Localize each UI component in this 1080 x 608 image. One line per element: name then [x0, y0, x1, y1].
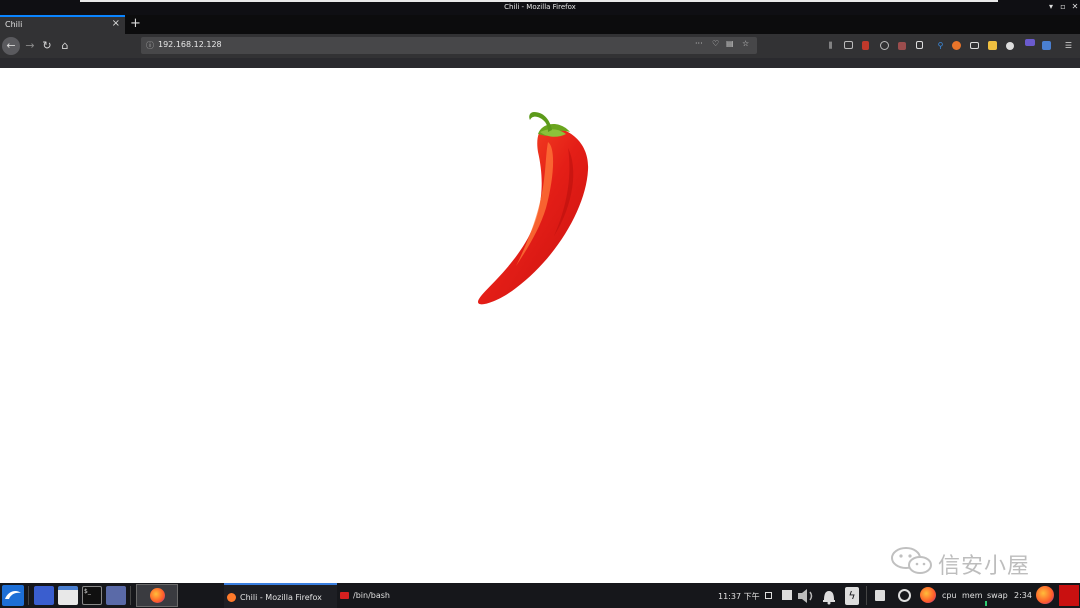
- clock-date[interactable]: 11:37 下午: [718, 591, 760, 602]
- wechat-logo-icon: [891, 547, 932, 574]
- new-tab-button[interactable]: +: [130, 16, 141, 31]
- reader-view-icon[interactable]: ▤: [726, 39, 734, 48]
- menu-icon[interactable]: ☰: [1063, 40, 1074, 51]
- taskbar-divider: [28, 586, 29, 605]
- terminal-icon[interactable]: $_: [82, 586, 102, 605]
- extension-circle-icon[interactable]: [880, 41, 889, 50]
- window-list-icon[interactable]: [765, 592, 772, 599]
- url-bar[interactable]: ⓘ 192.168.12.128 ··· ♡ ▤ ☆: [141, 37, 757, 54]
- tab-strip: Chili × +: [0, 15, 1080, 34]
- maximize-button[interactable]: ▫: [1058, 2, 1068, 11]
- extension-red-icon[interactable]: [862, 41, 869, 50]
- firefox-running-icon[interactable]: [1036, 586, 1054, 604]
- chili-pepper-image: [478, 112, 589, 305]
- extension-blue-icon[interactable]: [1042, 41, 1051, 50]
- minimize-button[interactable]: ▾: [1046, 2, 1056, 11]
- url-text[interactable]: 192.168.12.128: [158, 40, 222, 49]
- tab-chili[interactable]: Chili ×: [0, 15, 125, 34]
- kali-menu-icon[interactable]: [2, 585, 24, 606]
- taskbar-divider-3: [866, 586, 867, 605]
- home-button[interactable]: ⌂: [56, 37, 74, 55]
- volume-icon[interactable]: [796, 588, 816, 604]
- task-terminal-icon: [340, 592, 349, 599]
- sidebar-icon[interactable]: [844, 41, 853, 49]
- extension-gear-icon[interactable]: [1006, 42, 1014, 50]
- firefox-tray-icon[interactable]: [920, 587, 936, 603]
- tab-close-icon[interactable]: ×: [112, 18, 120, 29]
- lock-icon[interactable]: [875, 590, 885, 601]
- pocket-icon[interactable]: ♡: [712, 39, 719, 48]
- extension-square-icon[interactable]: [916, 41, 923, 49]
- extension-monitor-icon[interactable]: [970, 42, 979, 49]
- extension-fox-icon[interactable]: [952, 41, 961, 50]
- file-manager-icon[interactable]: [58, 586, 78, 605]
- task-firefox-icon: [227, 593, 236, 602]
- watermark-text: 信安小屋: [938, 554, 1031, 579]
- extension-brown-icon[interactable]: [898, 42, 906, 50]
- extension-yellow-icon[interactable]: [988, 41, 997, 50]
- swap-monitor-label[interactable]: swap: [987, 591, 1008, 600]
- forward-button[interactable]: →: [21, 37, 39, 55]
- task-firefox-window[interactable]: Chili - Mozilla Firefox: [224, 583, 337, 608]
- taskbar-divider-2: [130, 586, 131, 605]
- window-title: Chili - Mozilla Firefox: [504, 3, 576, 11]
- power-icon[interactable]: ϟ: [845, 587, 859, 605]
- firefox-launcher[interactable]: [136, 584, 178, 607]
- extension-purple-icon[interactable]: [1025, 39, 1035, 46]
- taskbar-time[interactable]: 2:34: [1014, 591, 1032, 600]
- wechat-watermark: 信安小屋: [888, 544, 1058, 579]
- screenshot-tool-icon[interactable]: [106, 586, 126, 605]
- bookmark-star-icon[interactable]: ☆: [742, 39, 749, 48]
- location-pin-icon[interactable]: ⚲: [935, 40, 946, 51]
- mem-monitor-label[interactable]: mem: [962, 591, 983, 600]
- cpu-monitor-label[interactable]: cpu: [942, 591, 957, 600]
- navigation-toolbar: ← → ↻ ⌂ ⓘ 192.168.12.128 ··· ♡ ▤ ☆ ⫼ ⚲ ☰: [0, 34, 1080, 58]
- task-firefox-label: Chili - Mozilla Firefox: [240, 593, 322, 602]
- page-actions-icon[interactable]: ···: [695, 39, 703, 48]
- show-desktop-icon[interactable]: [34, 586, 54, 605]
- tab-label: Chili: [5, 20, 23, 29]
- show-desktop-corner[interactable]: [1059, 585, 1079, 606]
- logout-icon[interactable]: [898, 589, 911, 602]
- page-content: 信安小屋: [0, 68, 1080, 583]
- library-icon[interactable]: ⫼: [825, 40, 836, 51]
- site-info-icon[interactable]: ⓘ: [146, 40, 154, 51]
- reload-button[interactable]: ↻: [38, 37, 56, 55]
- swap-usage-bar: [985, 601, 987, 606]
- task-terminal-window[interactable]: /bin/bash: [337, 583, 437, 608]
- task-terminal-label: /bin/bash: [353, 591, 390, 600]
- notification-bell-icon[interactable]: [820, 587, 838, 605]
- back-button[interactable]: ←: [2, 37, 20, 55]
- close-window-button[interactable]: ✕: [1070, 2, 1080, 11]
- network-icon[interactable]: [782, 590, 792, 600]
- toolbar-bottom-border: [0, 58, 1080, 68]
- window-titlebar: Chili - Mozilla Firefox ▾ ▫ ✕: [0, 0, 1080, 15]
- titlebar-highlight: [80, 0, 998, 2]
- desktop-taskbar: $_ Chili - Mozilla Firefox /bin/bash 11:…: [0, 583, 1080, 608]
- firefox-icon: [150, 588, 165, 603]
